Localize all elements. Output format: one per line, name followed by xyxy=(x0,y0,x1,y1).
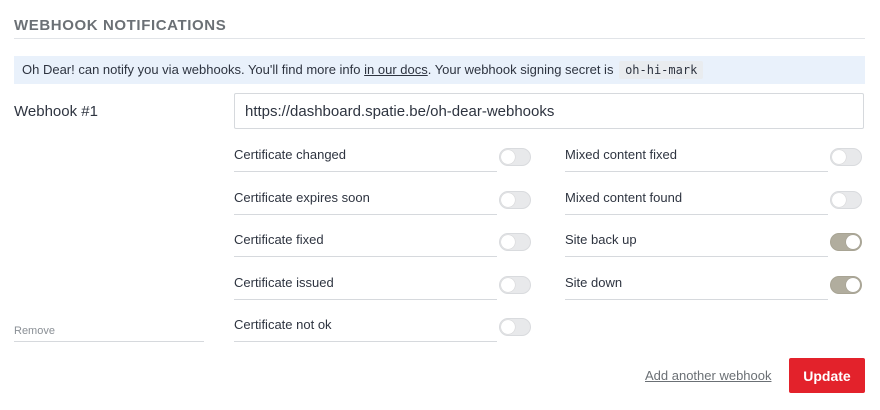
switch-knob xyxy=(501,150,515,164)
toggle-underline xyxy=(234,171,497,172)
switch-knob xyxy=(501,278,515,292)
toggle-underline xyxy=(565,171,828,172)
toggle-row-certificate-fixed: Certificate fixed xyxy=(234,231,531,257)
toggle-label: Certificate issued xyxy=(234,275,334,290)
switch-knob xyxy=(501,320,515,334)
toggle-row-site-back-up: Site back up xyxy=(565,231,862,257)
toggle-underline xyxy=(234,299,497,300)
toggle-underline xyxy=(565,256,828,257)
toggle-underline xyxy=(234,256,497,257)
mixed-content-fixed-switch[interactable] xyxy=(830,148,862,166)
toggle-label: Site back up xyxy=(565,232,637,247)
toggle-label: Mixed content found xyxy=(565,190,683,205)
section-divider xyxy=(14,38,865,39)
toggle-label: Mixed content fixed xyxy=(565,147,678,162)
toggle-row-site-down: Site down xyxy=(565,274,862,300)
switch-knob xyxy=(832,193,846,207)
info-banner: Oh Dear! can notify you via webhooks. Yo… xyxy=(14,56,865,84)
toggle-row-certificate-expires-soon: Certificate expires soon xyxy=(234,189,531,215)
switch-knob xyxy=(846,235,860,249)
toggle-row-certificate-issued: Certificate issued xyxy=(234,274,531,300)
certificate-fixed-switch[interactable] xyxy=(499,233,531,251)
info-text-secret-intro: . Your webhook signing secret is xyxy=(427,62,618,77)
toggle-label: Certificate expires soon xyxy=(234,190,370,205)
info-text: Oh Dear! can notify you via webhooks. Yo… xyxy=(22,62,365,77)
site-down-switch[interactable] xyxy=(830,276,862,294)
signing-secret: oh-hi-mark xyxy=(619,61,704,79)
toggle-label: Certificate not ok xyxy=(234,317,332,332)
toggle-underline xyxy=(565,214,828,215)
switch-knob xyxy=(846,278,860,292)
certificate-changed-switch[interactable] xyxy=(499,148,531,166)
webhook-label: Webhook #1 xyxy=(14,103,98,120)
toggle-label: Certificate changed xyxy=(234,147,347,162)
toggle-underline xyxy=(565,299,828,300)
certificate-expires-soon-switch[interactable] xyxy=(499,191,531,209)
toggle-row-mixed-content-fixed: Mixed content fixed xyxy=(565,146,862,172)
toggle-row-mixed-content-found: Mixed content found xyxy=(565,189,862,215)
remove-underline xyxy=(14,341,204,342)
docs-link[interactable]: in our docs xyxy=(364,62,428,77)
add-webhook-link[interactable]: Add another webhook xyxy=(645,368,771,383)
certificate-not-ok-switch[interactable] xyxy=(499,318,531,336)
section-title: WEBHOOK NOTIFICATIONS xyxy=(14,17,227,34)
site-back-up-switch[interactable] xyxy=(830,233,862,251)
toggle-label: Site down xyxy=(565,275,623,290)
webhook-url-input[interactable] xyxy=(234,93,864,129)
certificate-issued-switch[interactable] xyxy=(499,276,531,294)
update-button[interactable]: Update xyxy=(789,358,865,393)
switch-knob xyxy=(832,150,846,164)
toggle-row-certificate-changed: Certificate changed xyxy=(234,146,531,172)
switch-knob xyxy=(501,235,515,249)
toggle-row-certificate-not-ok: Certificate not ok xyxy=(234,316,531,342)
toggle-underline xyxy=(234,214,497,215)
remove-webhook-link[interactable]: Remove xyxy=(14,325,55,337)
switch-knob xyxy=(501,193,515,207)
mixed-content-found-switch[interactable] xyxy=(830,191,862,209)
toggle-label: Certificate fixed xyxy=(234,232,324,247)
toggle-underline xyxy=(234,341,497,342)
